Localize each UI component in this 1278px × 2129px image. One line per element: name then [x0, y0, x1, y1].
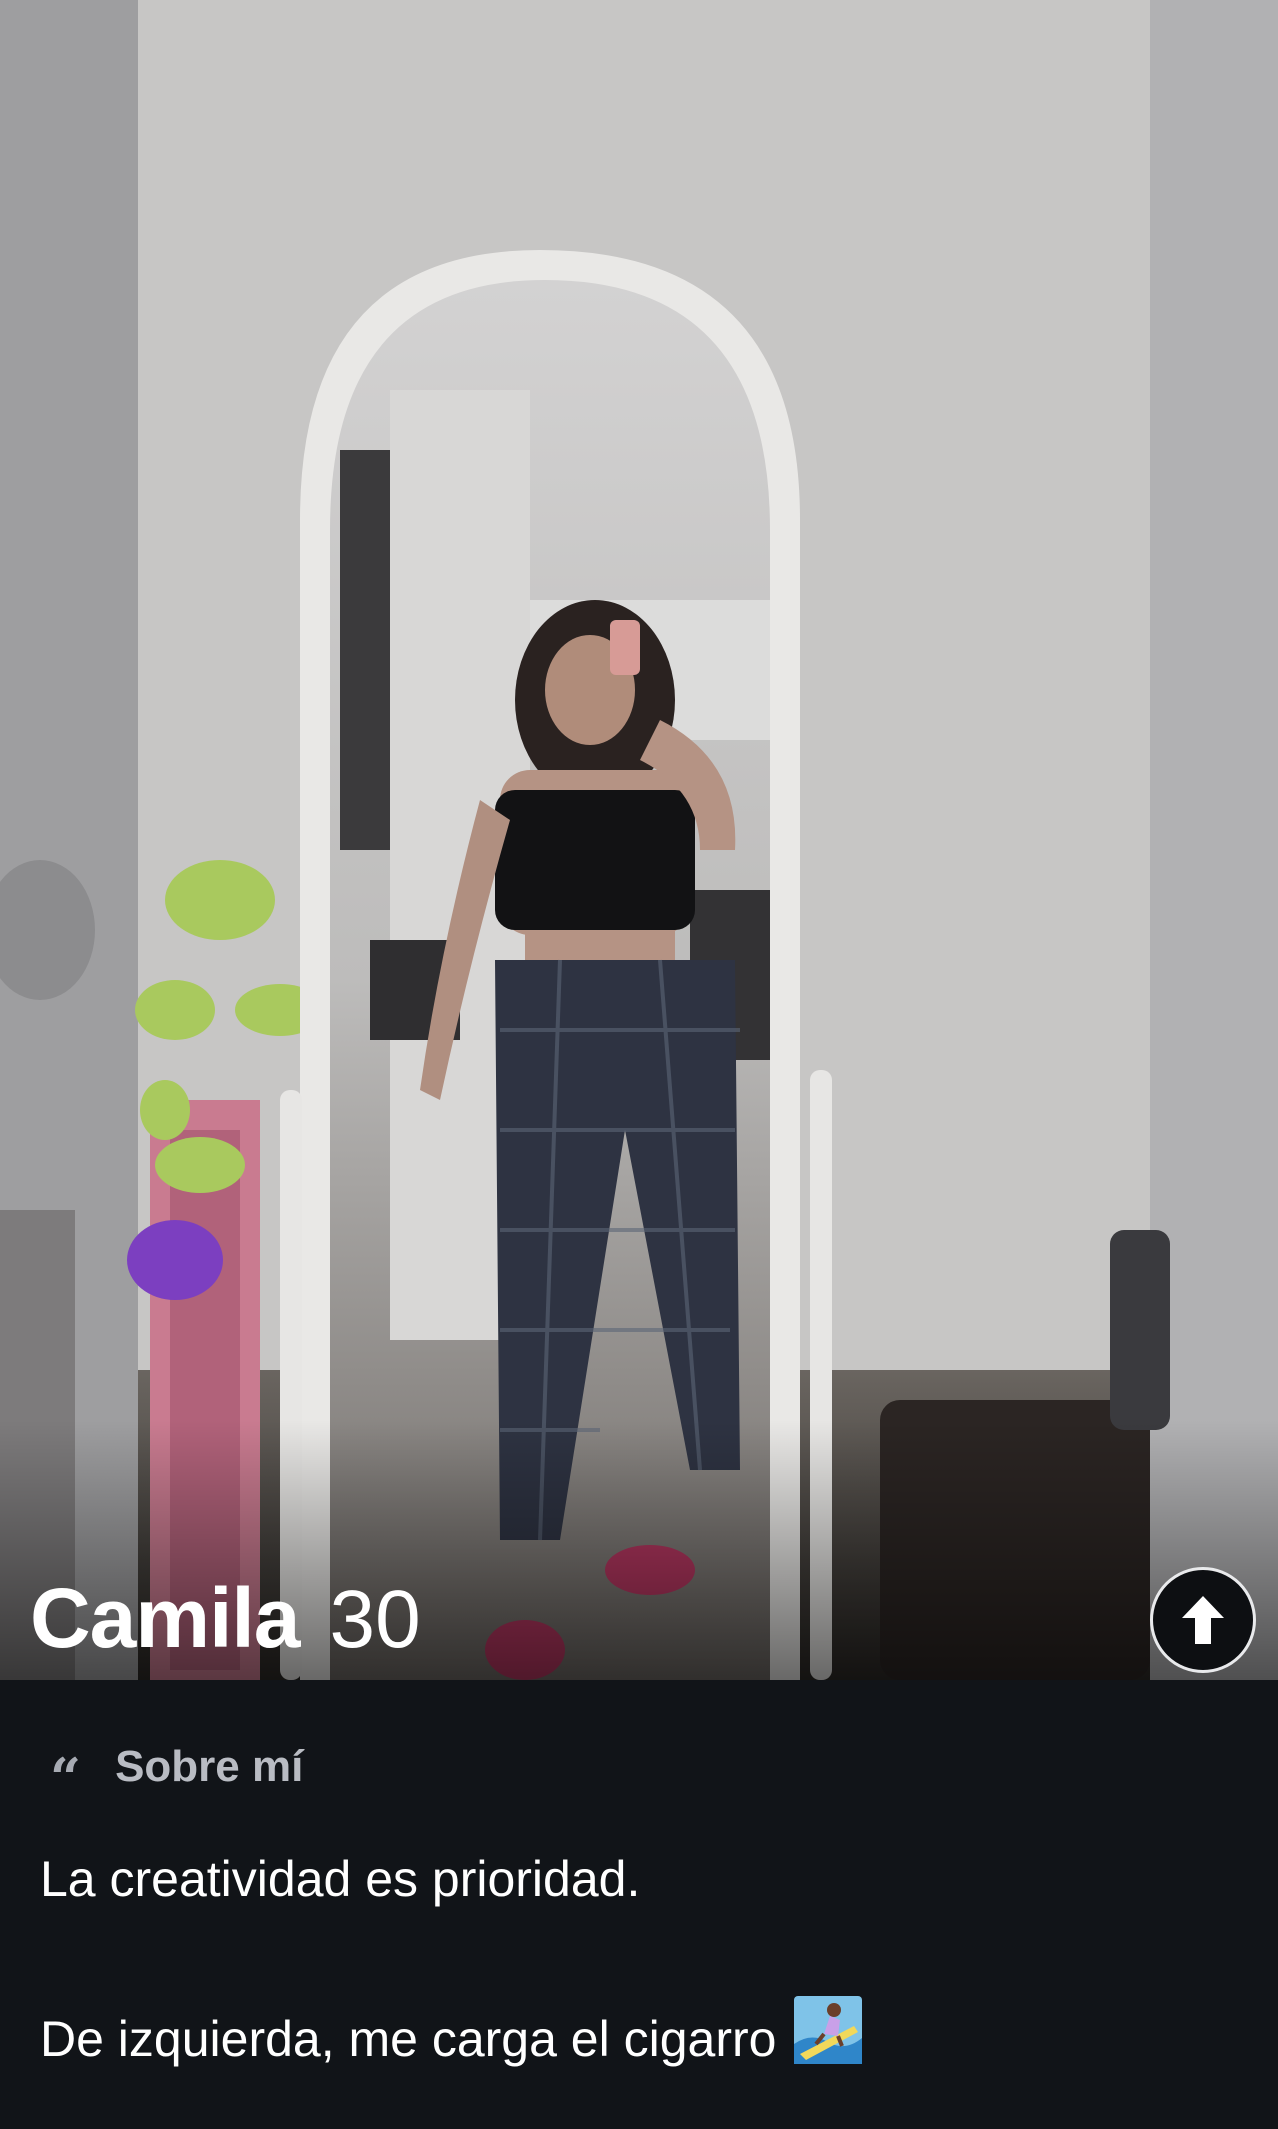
about-title: Sobre mí — [115, 1742, 304, 1791]
profile-age: 30 — [329, 1574, 421, 1665]
mirror-selfie-image — [0, 0, 1278, 1680]
arrow-up-icon — [1182, 1596, 1224, 1644]
quote-icon: “ — [50, 1751, 82, 1791]
surfer-emoji-icon — [794, 1996, 863, 2076]
profile-name: Camila — [30, 1571, 300, 1665]
expand-profile-button[interactable] — [1150, 1567, 1256, 1673]
about-section: “ Sobre mí La creatividad es prioridad. … — [0, 1680, 1278, 2129]
bio-line-1: La creatividad es prioridad. — [40, 1851, 641, 1907]
profile-photo[interactable] — [0, 0, 1278, 1680]
bio-line-2-text: De izquierda, me carga el cigarro — [40, 2011, 777, 2068]
about-header: “ Sobre mí — [50, 1742, 303, 1792]
bio-line-2: De izquierda, me carga el cigarro — [40, 1996, 863, 2076]
profile-name-row: Camila 30 — [30, 1570, 421, 1665]
